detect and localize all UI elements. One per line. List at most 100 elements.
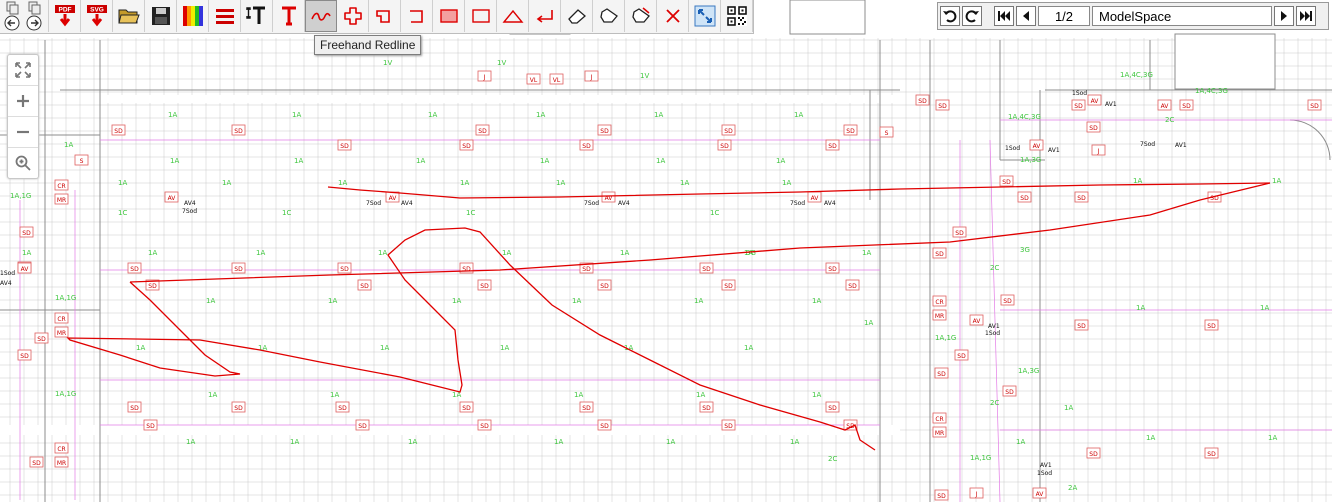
export-pdf-button[interactable]: PDF (49, 0, 81, 32)
svg-text:SD: SD (1310, 103, 1319, 110)
svg-text:SD: SD (937, 493, 946, 500)
compare-icon (694, 5, 715, 27)
export-svg-button[interactable]: SVG (81, 0, 113, 32)
cad-drawing-canvas[interactable]: SD SD SD SD SD SD SD SD SD SD SD SD SD SD SD SD SD SD SD SD… (0, 0, 1332, 502)
first-page-button[interactable] (994, 6, 1014, 26)
compare-button[interactable] (689, 0, 721, 32)
svg-text:1A: 1A (680, 179, 689, 187)
floppy-disk-icon (151, 7, 170, 25)
copy-icon[interactable] (6, 1, 20, 15)
text-tool-button[interactable] (241, 0, 273, 32)
zoom-window-button[interactable] (8, 148, 38, 178)
svg-text:SD: SD (955, 230, 964, 237)
svg-text:1A: 1A (292, 111, 301, 119)
polyline-icon (375, 10, 390, 23)
cloud-redline-button[interactable] (337, 0, 369, 32)
svg-text:1A: 1A (500, 344, 509, 352)
svg-text:1C: 1C (118, 209, 127, 217)
zoom-out-button[interactable] (8, 117, 38, 148)
save-button[interactable] (145, 0, 177, 32)
svg-text:VL: VL (530, 77, 538, 84)
svg-text:1A: 1A (186, 438, 195, 446)
delete-markup-button[interactable] (657, 0, 689, 32)
svg-text:1V: 1V (640, 72, 649, 80)
svg-text:SD: SD (480, 423, 489, 430)
svg-text:SD: SD (146, 423, 155, 430)
text-annotation-button[interactable] (273, 0, 305, 32)
svg-text:AV: AV (1161, 103, 1170, 110)
svg-text:AV1: AV1 (1105, 101, 1117, 108)
layout-select[interactable]: ModelSpace (1092, 6, 1272, 26)
x-icon (665, 9, 680, 23)
svg-text:1A: 1A (696, 391, 705, 399)
last-page-button[interactable] (1296, 6, 1316, 26)
svg-text:2C: 2C (828, 455, 837, 463)
svg-text:1A: 1A (1260, 304, 1269, 312)
layers-button[interactable] (209, 0, 241, 32)
svg-text:1Sod: 1Sod (985, 330, 1000, 337)
svg-text:1V: 1V (383, 59, 392, 67)
forward-icon[interactable] (26, 15, 42, 31)
hide-markup-button[interactable] (593, 0, 625, 32)
arrow-redline-button[interactable] (529, 0, 561, 32)
svg-text:1C: 1C (466, 209, 475, 217)
svg-text:1A: 1A (1133, 177, 1142, 185)
fit-extents-button[interactable] (8, 55, 38, 86)
previous-page-button[interactable] (1016, 6, 1036, 26)
freehand-icon (311, 12, 331, 21)
paste-icon[interactable] (28, 1, 42, 15)
svg-text:1A: 1A (408, 438, 417, 446)
page-number-field[interactable]: 1/2 (1038, 6, 1090, 26)
svg-text:3G: 3G (1020, 246, 1030, 254)
show-markup-button[interactable] (625, 0, 657, 32)
svg-text:1A: 1A (338, 179, 347, 187)
redo-button[interactable] (962, 6, 982, 26)
svg-text:7Sod: 7Sod (182, 208, 197, 215)
first-page-icon (998, 11, 1010, 21)
svg-text:MR: MR (935, 430, 944, 437)
eraser-button[interactable] (561, 0, 593, 32)
freehand-redline-button[interactable] (305, 0, 337, 32)
svg-text:2C: 2C (990, 264, 999, 272)
zoom-in-icon (17, 95, 29, 107)
svg-text:SD: SD (1182, 103, 1191, 110)
qr-code-button[interactable] (721, 0, 753, 32)
svg-text:SD: SD (702, 405, 711, 412)
rectangle-icon (471, 9, 490, 23)
bubble-icon (599, 8, 618, 23)
svg-text:1A: 1A (812, 297, 821, 305)
svg-text:1A: 1A (148, 249, 157, 257)
svg-text:SD: SD (1002, 179, 1011, 186)
svg-text:SD: SD (360, 283, 369, 290)
svg-text:SD: SD (828, 405, 837, 412)
svg-text:1A: 1A (22, 249, 31, 257)
folder-icon (117, 9, 140, 24)
undo-button[interactable] (940, 6, 960, 26)
filled-rect-button[interactable] (433, 0, 465, 32)
corner-redline-button[interactable] (401, 0, 433, 32)
freehand-redline-markup[interactable] (66, 182, 1271, 451)
open-file-button[interactable] (113, 0, 145, 32)
svg-text:SD: SD (1077, 323, 1086, 330)
svg-text:1A: 1A (536, 111, 545, 119)
triangle-button[interactable] (497, 0, 529, 32)
svg-text:AV1: AV1 (1040, 462, 1052, 469)
eraser-icon (567, 9, 586, 24)
svg-text:1A: 1A (862, 249, 871, 257)
svg-text:1A: 1A (170, 157, 179, 165)
svg-text:7Sod: 7Sod (584, 200, 599, 207)
zoom-in-button[interactable] (8, 86, 38, 117)
polyline-redline-button[interactable] (369, 0, 401, 32)
rectangle-button[interactable] (465, 0, 497, 32)
next-page-icon (1281, 11, 1287, 21)
svg-text:1A,1G: 1A,1G (10, 192, 31, 200)
svg-text:1Sod: 1Sod (1037, 470, 1052, 477)
svg-text:MR: MR (57, 460, 66, 467)
back-icon[interactable] (4, 15, 20, 31)
next-page-button[interactable] (1274, 6, 1294, 26)
device-symbols: SD SD SD SD SD SD SD SD SD SD SD SD SD SD SD SD SD SD SD SD… (17, 70, 1322, 501)
svg-text:1A: 1A (656, 157, 665, 165)
svg-text:AV: AV (1036, 491, 1045, 498)
color-palette-button[interactable] (177, 0, 209, 32)
svg-text:AV4: AV4 (824, 200, 836, 207)
